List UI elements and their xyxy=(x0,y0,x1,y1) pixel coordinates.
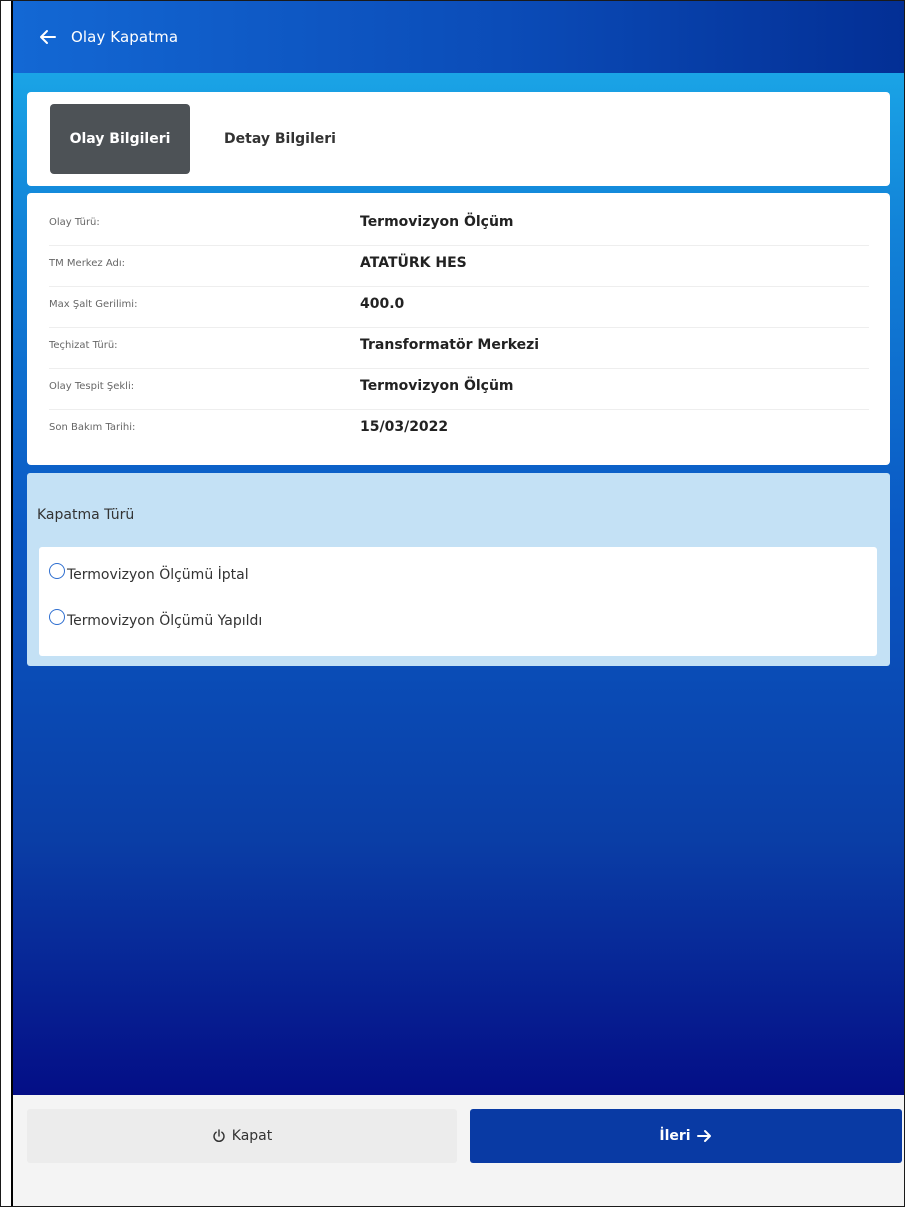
next-button-label: İleri xyxy=(659,1128,691,1144)
event-info-card: Olay Türü: Termovizyon Ölçüm TM Merkez A… xyxy=(27,193,890,465)
info-label: Teçhizat Türü: xyxy=(49,340,118,351)
closure-type-panel: Kapatma Türü Termovizyon Ölçümü İptal Te… xyxy=(27,473,890,666)
radio-icon[interactable] xyxy=(49,563,65,579)
info-value: ATATÜRK HES xyxy=(360,255,467,271)
page-title: Olay Kapatma xyxy=(71,28,179,46)
header-bar: Olay Kapatma xyxy=(13,1,904,73)
main-content: Olay Bilgileri Detay Bilgileri Olay Türü… xyxy=(13,73,904,1095)
info-row: Max Şalt Gerilimi: 400.0 xyxy=(49,287,869,328)
info-row: TM Merkez Adı: ATATÜRK HES xyxy=(49,246,869,287)
info-label: TM Merkez Adı: xyxy=(49,258,125,269)
left-edge xyxy=(1,1,13,1206)
closure-options: Termovizyon Ölçümü İptal Termovizyon Ölç… xyxy=(39,547,877,656)
info-row: Olay Türü: Termovizyon Ölçüm xyxy=(49,205,869,246)
arrow-right-icon xyxy=(696,1129,713,1143)
info-row: Son Bakım Tarihi: 15/03/2022 xyxy=(49,410,869,451)
app-frame: Olay Kapatma Olay Bilgileri Detay Bilgil… xyxy=(0,0,905,1207)
info-label: Olay Türü: xyxy=(49,217,100,228)
tab-olay-bilgileri[interactable]: Olay Bilgileri xyxy=(50,104,190,174)
info-value: Transformatör Merkezi xyxy=(360,337,540,353)
info-value: 15/03/2022 xyxy=(360,419,449,435)
radio-icon[interactable] xyxy=(49,609,65,625)
option-olcum-yapildi[interactable]: Termovizyon Ölçümü Yapıldı xyxy=(49,609,263,629)
footer-bar: Kapat İleri xyxy=(13,1095,904,1206)
tab-bar: Olay Bilgileri Detay Bilgileri xyxy=(27,92,890,186)
arrow-left-icon[interactable] xyxy=(37,26,59,48)
tab-detay-bilgileri[interactable]: Detay Bilgileri xyxy=(205,104,355,174)
option-olcum-iptal[interactable]: Termovizyon Ölçümü İptal xyxy=(49,563,249,583)
info-label: Son Bakım Tarihi: xyxy=(49,422,136,433)
option-label: Termovizyon Ölçümü Yapıldı xyxy=(67,613,263,629)
info-value: Termovizyon Ölçüm xyxy=(360,214,514,230)
close-button[interactable]: Kapat xyxy=(27,1109,457,1163)
power-icon xyxy=(212,1129,226,1143)
info-label: Olay Tespit Şekli: xyxy=(49,381,135,392)
info-row: Teçhizat Türü: Transformatör Merkezi xyxy=(49,328,869,369)
info-label: Max Şalt Gerilimi: xyxy=(49,299,138,310)
app-window: Olay Kapatma Olay Bilgileri Detay Bilgil… xyxy=(13,1,904,1206)
option-label: Termovizyon Ölçümü İptal xyxy=(67,567,249,583)
info-value: 400.0 xyxy=(360,296,405,312)
next-button[interactable]: İleri xyxy=(470,1109,902,1163)
info-value: Termovizyon Ölçüm xyxy=(360,378,514,394)
closure-type-title: Kapatma Türü xyxy=(37,507,135,523)
info-row: Olay Tespit Şekli: Termovizyon Ölçüm xyxy=(49,369,869,410)
close-button-label: Kapat xyxy=(231,1128,273,1144)
